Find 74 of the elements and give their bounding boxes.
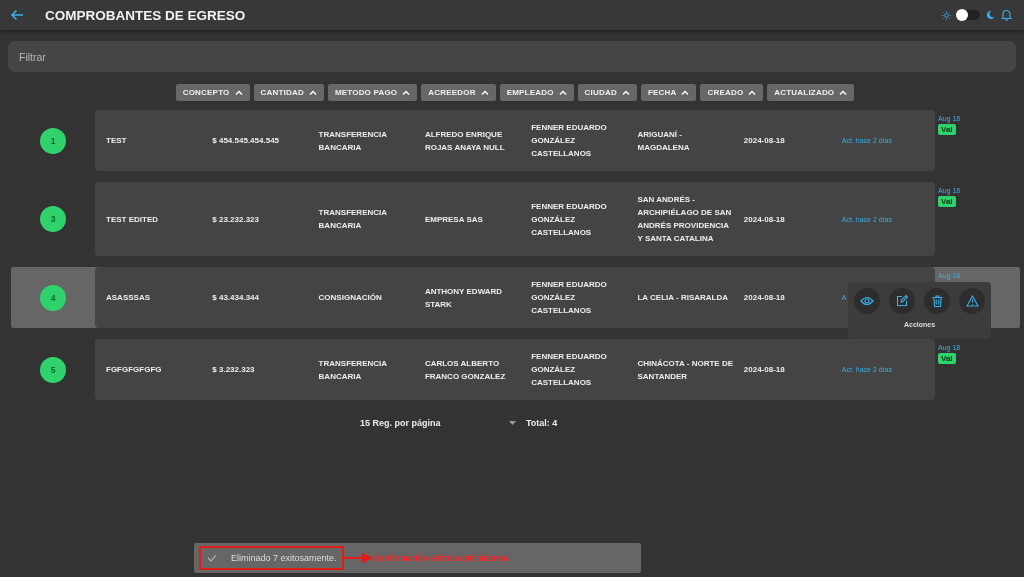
sort-chip[interactable]: EMPLEADO [499,84,574,101]
row-number: 4 [40,284,66,311]
edit-icon [896,295,908,307]
table-cell-text: CHINÁCOTA - NORTE DE SANTANDER [637,357,735,383]
chevron-up-icon [402,90,411,95]
table-cell-text: 2024-08-18 [743,292,786,304]
dropdown-caret-icon [509,421,516,425]
chevron-up-icon [748,90,757,95]
warning-icon [965,295,979,307]
eye-icon [860,296,874,306]
edit-button[interactable] [889,288,915,314]
view-button[interactable] [854,288,880,314]
table-cell-text: ALFREDO ENRIQUE ROJAS ANAYA NULL [424,128,506,154]
check-icon [207,554,217,562]
bell-icon[interactable] [1001,9,1012,21]
sun-icon [942,10,951,20]
table-cell-text: EMPRESA SAS [424,213,484,226]
page-title: COMPROBANTES DE EGRESO [45,7,246,23]
table-cell-text: $ 43.434.344 [212,292,260,304]
row-number: 1 [40,127,66,154]
table-cell-text: 2024-08-18 [743,364,786,376]
theme-toggle[interactable] [957,10,980,20]
moon-icon [986,10,995,20]
chevron-up-icon [558,90,567,95]
sort-chip[interactable]: METODO PAGO [327,84,418,101]
trash-icon [931,295,943,307]
total-count: Total: 4 [526,418,558,428]
table-cell-text: ARIGUANÍ - MAGDALENA [637,128,691,154]
chevron-up-icon [839,90,848,95]
table-cell-text: TRANSFERENCIA BANCARIA [318,128,388,154]
per-page-select[interactable]: 15 Reg. por página [360,418,516,428]
table-cell-text: $ 3.232.323 [212,364,256,376]
table-cell-text: FENNER EDUARDO GONZÁLEZ CASTELLANOS [531,351,608,389]
table-cell-text: 2024-08-18 [743,213,786,226]
sort-chip[interactable]: CIUDAD [577,84,637,101]
table-cell-text: CARLOS ALBERTO FRANCO GONZALEZ [424,357,507,383]
back-arrow-icon[interactable] [10,9,24,21]
table-cell-text: FENNER EDUARDO GONZÁLEZ CASTELLANOS [531,200,608,239]
table-cell-text: FGFGFGFGFG [106,364,163,376]
table-cell-text: FENNER EDUARDO GONZÁLEZ CASTELLANOS [531,122,608,160]
row-number: 3 [40,206,66,232]
table-cell-text: CONSIGNACIÓN [318,292,383,304]
sort-chip[interactable]: ACTUALIZADO [767,84,855,101]
row-number: 5 [40,356,66,383]
chevron-up-icon [480,90,489,95]
sort-chip[interactable]: ACREEDOR [421,84,496,101]
delete-button[interactable] [924,288,950,314]
sort-chip[interactable]: CANTIDAD [253,84,324,101]
warning-button[interactable] [959,288,985,314]
table-cell-text: TRANSFERENCIA BANCARIA [318,207,388,232]
status-badge: Val [938,353,956,364]
chevron-up-icon [621,90,630,95]
filter-field[interactable]: Filtrar [8,41,1016,72]
table-cell-text: LA CELIA - RISARALDA [637,292,729,304]
table-cell-text: ASASSSAS [106,292,151,304]
chevron-up-icon [234,90,243,95]
chevron-up-icon [308,90,317,95]
table-cell-text: $ 23.232.323 [212,213,260,226]
status-badge: Val [938,196,956,207]
snackbar-message: Eliminado 7 exitosamente. [231,553,337,563]
sort-chip[interactable]: FECHA [640,84,697,101]
sort-chip[interactable]: CONCEPTO [175,84,250,101]
chevron-up-icon [681,90,690,95]
table-cell-text: FENNER EDUARDO GONZÁLEZ CASTELLANOS [531,279,608,317]
table-cell-text: 2024-08-18 [743,135,786,147]
table-cell-text: TRANSFERENCIA BANCARIA [318,357,388,383]
table-cell-text: ANTHONY EDWARD STARK [424,285,504,311]
table-cell-text: TEST EDITED [106,213,159,226]
table-cell-text: SAN ANDRÉS - ARCHIPIÉLAGO DE SAN ANDRÉS PROVIDENCIA Y SANTA CATALINA [637,194,733,245]
status-badge: Val [938,124,956,135]
annotation-text: Confirmación exitosa del sistema [373,553,509,563]
table-cell-text: TEST [106,135,128,147]
table-cell-text: $ 454.545.454.545 [212,135,281,147]
sort-chip[interactable]: CREADO [700,84,764,101]
